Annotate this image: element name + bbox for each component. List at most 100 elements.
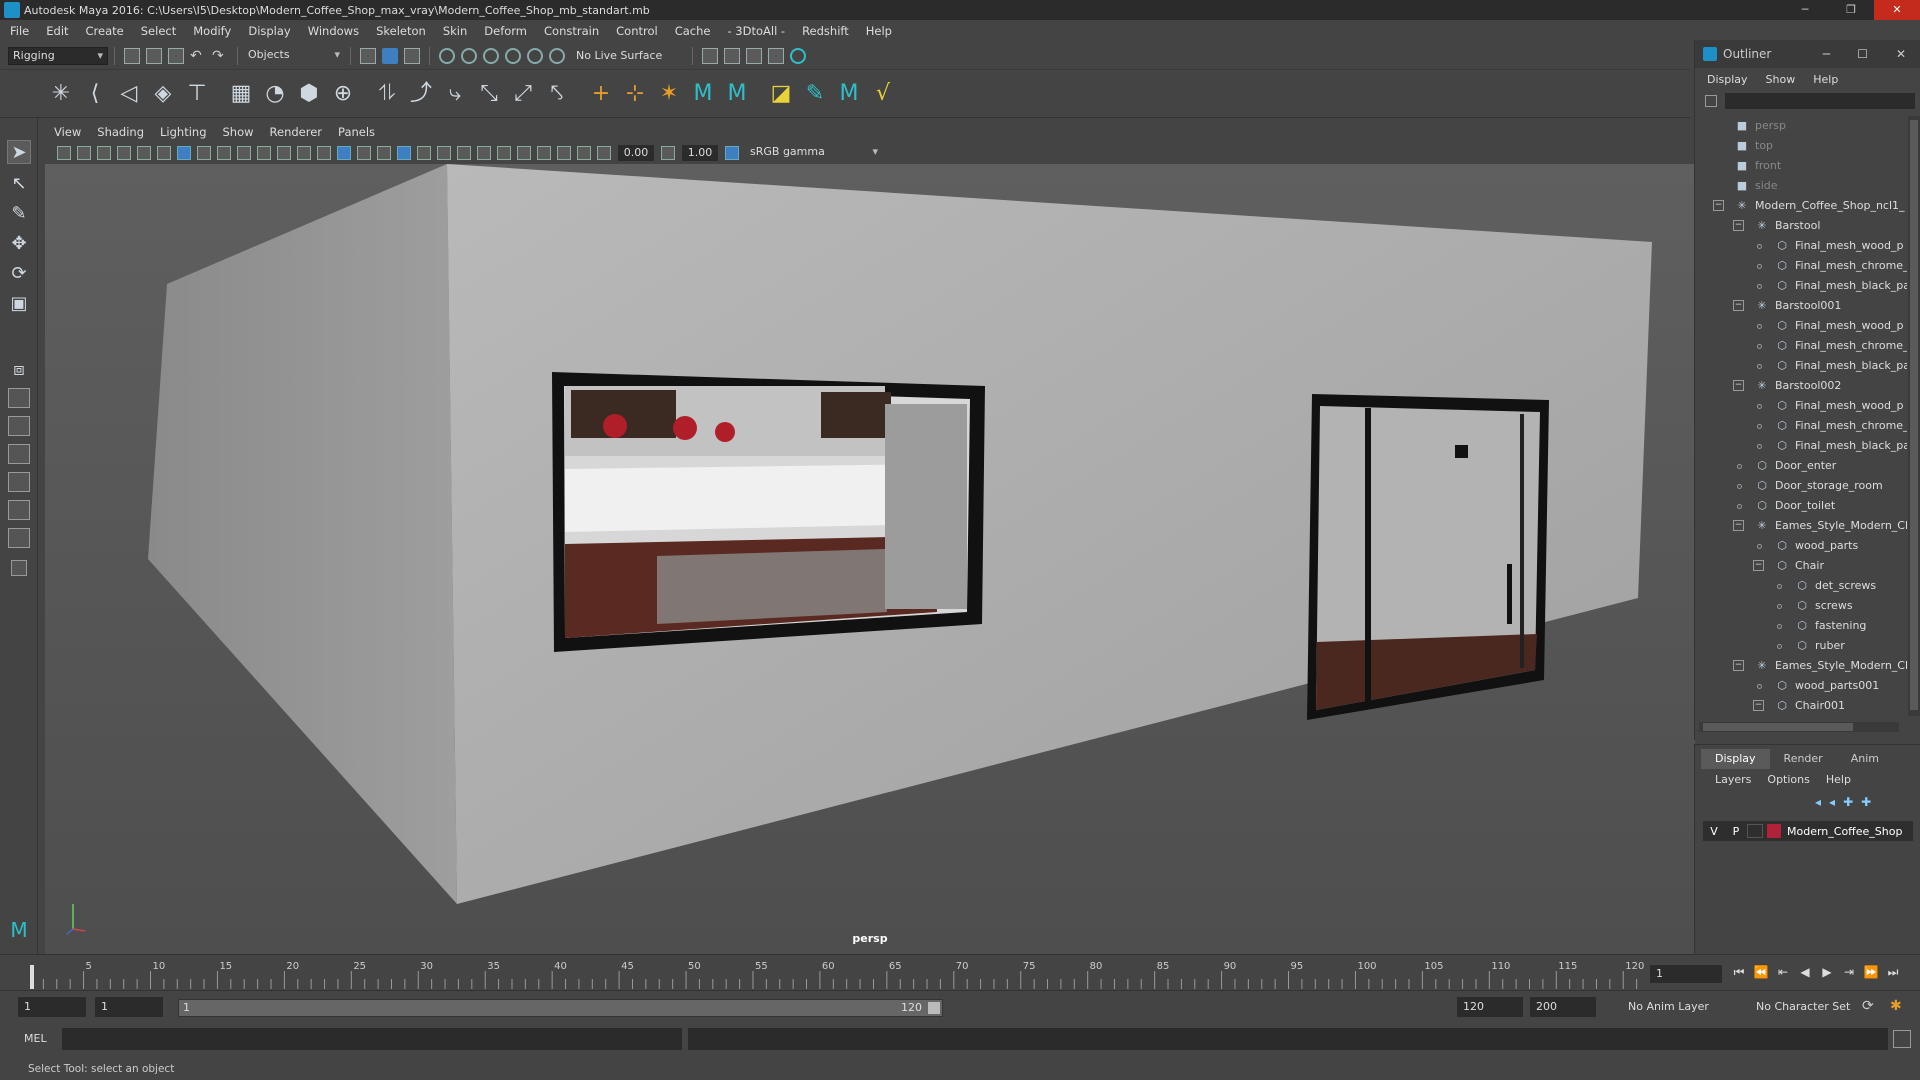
paint-select-icon[interactable]: ✎ bbox=[7, 202, 31, 226]
collapse-toggle-icon[interactable]: − bbox=[1753, 560, 1764, 571]
menu-help[interactable]: Help bbox=[866, 24, 892, 38]
anim-layer-dropdown[interactable]: No Anim Layer bbox=[1622, 997, 1740, 1017]
camera-select-icon[interactable] bbox=[57, 146, 71, 160]
new-layer-icon[interactable]: ✚ bbox=[1843, 795, 1853, 809]
paint-weights-icon[interactable]: ◪ bbox=[768, 81, 794, 107]
render-settings-icon[interactable] bbox=[768, 47, 785, 64]
outliner-item[interactable]: ⬡ Final_mesh_black_pa bbox=[1757, 276, 1907, 296]
collapse-toggle-icon[interactable]: − bbox=[1733, 520, 1744, 531]
script-editor-icon[interactable] bbox=[1893, 1030, 1911, 1048]
outliner-item[interactable]: ⬡ Door_storage_room bbox=[1737, 476, 1883, 496]
layout-more-icon[interactable] bbox=[11, 560, 27, 576]
outliner-item[interactable]: − ✳ Eames_Style_Modern_Ch bbox=[1733, 656, 1907, 676]
layer-row[interactable]: V P Modern_Coffee_Shop bbox=[1703, 821, 1913, 841]
point-constraint-icon[interactable]: ⥮ bbox=[374, 81, 400, 107]
range-end-handle[interactable] bbox=[928, 1002, 940, 1014]
outliner-item[interactable]: − ⬡ Chair001 bbox=[1753, 696, 1845, 716]
film-gate-icon[interactable] bbox=[197, 146, 211, 160]
outliner-menu-show[interactable]: Show bbox=[1766, 73, 1796, 86]
outliner-item[interactable]: − ✳ Barstool002 bbox=[1733, 376, 1841, 396]
outliner-menu-display[interactable]: Display bbox=[1707, 73, 1748, 86]
outliner-item[interactable]: ⬡ fastening bbox=[1777, 616, 1866, 636]
locator-icon[interactable]: + bbox=[588, 81, 614, 107]
close-button[interactable]: ✕ bbox=[1874, 0, 1920, 20]
outliner-menu-help[interactable]: Help bbox=[1813, 73, 1838, 86]
snap-surface-icon[interactable] bbox=[527, 47, 543, 64]
view-transform-dropdown[interactable]: sRGB gamma bbox=[746, 144, 882, 162]
outliner-item[interactable]: ⬡ wood_parts bbox=[1757, 536, 1858, 556]
menu-3dtoall[interactable]: - 3DtoAll - bbox=[727, 24, 785, 38]
collapse-toggle-icon[interactable]: − bbox=[1733, 220, 1744, 231]
menu-deform[interactable]: Deform bbox=[484, 24, 527, 38]
two-d-pan-icon[interactable] bbox=[137, 146, 151, 160]
xray-components-icon[interactable] bbox=[577, 146, 591, 160]
smooth-shade-icon[interactable] bbox=[337, 146, 351, 160]
menu-set-dropdown[interactable]: Rigging bbox=[8, 46, 108, 65]
outliner-item[interactable]: ⬡ Final_mesh_wood_p bbox=[1757, 236, 1903, 256]
menu-constrain[interactable]: Constrain bbox=[544, 24, 599, 38]
anti-aliasing-icon[interactable] bbox=[477, 146, 491, 160]
rotate-tool-icon[interactable]: ⟳ bbox=[7, 262, 31, 286]
safe-action-icon[interactable] bbox=[277, 146, 291, 160]
outliner-search-input[interactable] bbox=[1725, 93, 1915, 109]
outliner-minimize-button[interactable]: ─ bbox=[1823, 47, 1830, 61]
hypershade-icon[interactable] bbox=[790, 47, 807, 64]
outliner-item[interactable]: ⬡ ruber bbox=[1777, 636, 1845, 656]
field-chart-icon[interactable] bbox=[257, 146, 271, 160]
collapse-toggle-icon[interactable]: − bbox=[1733, 660, 1744, 671]
layer-type-toggle[interactable] bbox=[1747, 824, 1763, 838]
snap-view-icon[interactable] bbox=[505, 47, 521, 64]
auto-key-icon[interactable]: ⟳ bbox=[1862, 998, 1874, 1014]
layer-menu-options[interactable]: Options bbox=[1767, 773, 1809, 786]
lattice-icon[interactable]: ⊤ bbox=[184, 81, 210, 107]
outliner-item[interactable]: ■ persp bbox=[1735, 116, 1786, 136]
collapse-toggle-icon[interactable]: − bbox=[1713, 200, 1724, 211]
checkmark-icon[interactable]: √ bbox=[870, 81, 896, 107]
go-to-start-icon[interactable]: ⏮ bbox=[1728, 965, 1750, 980]
outliner-item[interactable]: ■ side bbox=[1735, 176, 1778, 196]
step-back-frame-icon[interactable]: ⏪ bbox=[1750, 965, 1772, 980]
menu-file[interactable]: File bbox=[10, 24, 29, 38]
panel-menu-panels[interactable]: Panels bbox=[338, 125, 375, 139]
depth-of-field-icon[interactable] bbox=[497, 146, 511, 160]
outliner-item[interactable]: ⬡ Final_mesh_chrome_ bbox=[1757, 416, 1907, 436]
wire-icon[interactable]: ⊕ bbox=[330, 81, 356, 107]
layout-two-icon[interactable] bbox=[8, 444, 30, 464]
select-hierarchy-icon[interactable] bbox=[360, 47, 376, 64]
aim-constraint-icon[interactable]: ⤴ bbox=[408, 81, 434, 107]
maya-shelf-icon-1[interactable]: M bbox=[690, 81, 716, 107]
exposure-icon[interactable] bbox=[597, 146, 611, 160]
outliner-item[interactable]: − ⬡ Chair bbox=[1753, 556, 1824, 576]
outliner-item[interactable]: − ✳ Modern_Coffee_Shop_ncl1_ bbox=[1713, 196, 1905, 216]
outliner-maximize-button[interactable]: ☐ bbox=[1857, 47, 1868, 61]
outliner-item[interactable]: ⬡ screws bbox=[1777, 596, 1853, 616]
outliner-item[interactable]: ⬡ wood_parts001 bbox=[1757, 676, 1879, 696]
script-language-label[interactable]: MEL bbox=[24, 1032, 47, 1045]
undo-icon[interactable]: ↶ bbox=[190, 48, 206, 64]
use-all-lights-icon[interactable] bbox=[397, 146, 411, 160]
outliner-horizontal-scrollbar[interactable] bbox=[1699, 722, 1899, 732]
snap-pivot-icon[interactable] bbox=[549, 47, 565, 64]
wrap-icon[interactable]: ⬢ bbox=[296, 81, 322, 107]
menu-modify[interactable]: Modify bbox=[193, 24, 231, 38]
ik-handle-icon[interactable]: ⟨ bbox=[82, 81, 108, 107]
animation-end-field[interactable]: 200 bbox=[1530, 997, 1596, 1017]
outliner-item[interactable]: − ✳ Eames_Style_Modern_Ch bbox=[1733, 516, 1907, 536]
parent-constraint-icon[interactable]: ⤢ bbox=[510, 81, 536, 107]
scale-constraint-icon[interactable]: ⤡ bbox=[476, 81, 502, 107]
outliner-close-button[interactable]: ✕ bbox=[1896, 47, 1906, 61]
layer-menu-help[interactable]: Help bbox=[1826, 773, 1851, 786]
move-layer-down-icon[interactable]: ◂ bbox=[1829, 795, 1835, 809]
play-backward-icon[interactable]: ◀ bbox=[1794, 965, 1816, 980]
animation-start-field[interactable]: 1 bbox=[18, 997, 86, 1017]
go-to-end-icon[interactable]: ⏭ bbox=[1882, 965, 1904, 980]
new-layer-selected-icon[interactable]: ✚ bbox=[1861, 795, 1871, 809]
image-plane-icon[interactable] bbox=[117, 146, 131, 160]
filter-icon[interactable] bbox=[1705, 95, 1717, 107]
outliner-item[interactable]: ⬡ Final_mesh_chrome_ bbox=[1757, 336, 1907, 356]
ipr-render-icon[interactable] bbox=[746, 47, 763, 64]
select-component-icon[interactable] bbox=[404, 47, 420, 64]
menu-skeleton[interactable]: Skeleton bbox=[376, 24, 426, 38]
outliner-item[interactable]: − ✳ Barstool bbox=[1733, 216, 1820, 236]
grease-pencil-icon[interactable] bbox=[157, 146, 171, 160]
